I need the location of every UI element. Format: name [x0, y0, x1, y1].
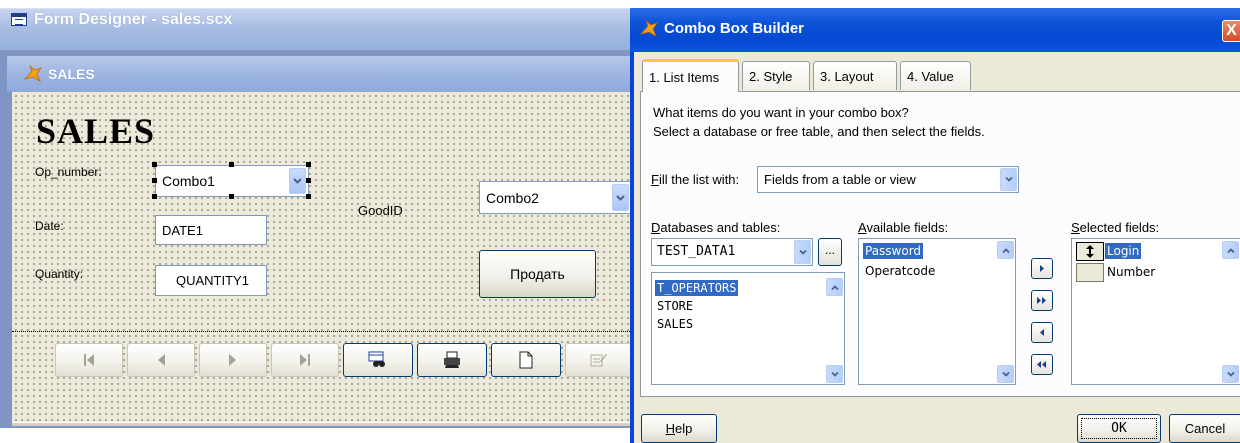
fill-list-value: Fields from a table or view: [764, 172, 916, 187]
selection-handle[interactable]: [152, 178, 157, 183]
add-all-icon: [1037, 297, 1046, 304]
list-item-store[interactable]: STORE: [655, 298, 695, 314]
last-record-button[interactable]: [271, 343, 339, 377]
selection-handle[interactable]: [152, 194, 157, 199]
new-record-button[interactable]: [491, 343, 561, 377]
scroll-up-icon[interactable]: [1222, 241, 1239, 259]
move-handle[interactable]: [1076, 263, 1104, 282]
databases-label: Databases and tables:: [651, 220, 781, 235]
tab-layout[interactable]: 3. Layout: [813, 61, 897, 90]
tab-value[interactable]: 4. Value: [900, 61, 971, 90]
next-record-icon: [229, 354, 236, 366]
fox-icon: [639, 20, 658, 37]
available-fields-list[interactable]: Password Operatcode: [858, 238, 1016, 385]
instructions-line-1: What items do you want in your combo box…: [653, 105, 909, 120]
remove-icon: [1040, 329, 1044, 336]
scroll-down-icon[interactable]: [997, 365, 1014, 383]
fox-icon: [23, 65, 42, 82]
selected-fields-label: Selected fields:: [1071, 220, 1160, 235]
find-button[interactable]: [343, 343, 413, 377]
scroll-down-icon[interactable]: [826, 365, 843, 383]
print-icon: [444, 351, 460, 368]
combo1-value: Combo1: [162, 173, 215, 189]
combo2-value: Combo2: [486, 189, 539, 206]
close-icon[interactable]: X: [1222, 20, 1240, 42]
scroll-up-icon[interactable]: [997, 241, 1014, 259]
remove-field-button[interactable]: [1031, 322, 1053, 343]
previous-record-icon: [158, 354, 165, 366]
list-item-login[interactable]: Login: [1105, 243, 1142, 259]
sales-form-title: SALES: [48, 66, 95, 82]
scroll-up-icon[interactable]: [826, 278, 843, 296]
instructions-line-2: Select a database or free table, and the…: [653, 124, 985, 139]
date-label[interactable]: Date:: [35, 219, 64, 233]
chevron-down-icon[interactable]: [1000, 168, 1017, 191]
selection-handle[interactable]: [306, 162, 311, 167]
selection-handle[interactable]: [152, 162, 157, 167]
combo1-dropdown[interactable]: Combo1: [155, 165, 309, 197]
chevron-down-icon[interactable]: [612, 184, 629, 211]
list-item-password[interactable]: Password: [863, 243, 924, 259]
edit-button[interactable]: [565, 343, 632, 377]
sell-button[interactable]: Продать: [479, 250, 596, 298]
first-record-icon: [84, 354, 94, 366]
first-record-button[interactable]: [55, 343, 123, 377]
remove-all-fields-button[interactable]: [1031, 354, 1053, 375]
print-button[interactable]: [417, 343, 487, 377]
browse-button[interactable]: ...: [818, 238, 842, 266]
move-handle[interactable]: [1076, 242, 1104, 261]
quantity-label[interactable]: Quantity:: [35, 267, 83, 281]
form-designer-title: Form Designer - sales.scx: [34, 11, 233, 28]
fill-list-label: Fill the list with:: [651, 172, 740, 187]
scroll-down-icon[interactable]: [1222, 365, 1239, 383]
combo-box-builder-title: Combo Box Builder: [664, 20, 805, 37]
chevron-down-icon[interactable]: [794, 240, 811, 264]
list-item-number[interactable]: Number: [1105, 264, 1157, 280]
op-number-label[interactable]: Op_number:: [35, 165, 102, 179]
list-item-t-operators[interactable]: T_OPERATORS: [655, 280, 739, 296]
combo2-dropdown[interactable]: Combo2: [479, 181, 632, 214]
new-record-icon: [519, 351, 533, 369]
fill-list-dropdown[interactable]: Fields from a table or view: [757, 166, 1019, 193]
database-dropdown[interactable]: TEST_DATA1: [651, 238, 813, 266]
tab-style[interactable]: 2. Style: [742, 61, 810, 90]
previous-record-button[interactable]: [127, 343, 195, 377]
add-all-fields-button[interactable]: [1031, 290, 1053, 311]
sales-heading-label[interactable]: SALES: [36, 110, 155, 152]
up-down-arrow-icon: [1086, 245, 1094, 258]
quantity-field[interactable]: QUANTITY1: [155, 265, 267, 296]
edit-icon: [590, 354, 607, 367]
list-item-operatcode[interactable]: Operatcode: [863, 263, 937, 279]
cancel-button[interactable]: Cancel: [1169, 414, 1240, 443]
form-bottom-edge: [12, 422, 632, 426]
remove-all-icon: [1037, 361, 1046, 368]
next-record-button[interactable]: [199, 343, 267, 377]
selection-handle[interactable]: [306, 178, 311, 183]
tab-list-items[interactable]: 1. List Items: [642, 59, 739, 92]
find-icon: [368, 351, 385, 367]
tables-list[interactable]: T_OPERATORS STORE SALES: [651, 272, 845, 385]
help-button[interactable]: Help: [641, 414, 717, 443]
last-record-icon: [300, 354, 310, 366]
database-value: TEST_DATA1: [657, 244, 736, 259]
selection-handle[interactable]: [306, 194, 311, 199]
selection-handle[interactable]: [229, 162, 234, 167]
ok-button[interactable]: OK: [1077, 414, 1161, 443]
date-field[interactable]: DATE1: [155, 215, 267, 245]
selected-fields-list[interactable]: Login Number: [1071, 238, 1240, 385]
selection-handle[interactable]: [229, 194, 234, 199]
form-designer-icon: [11, 13, 27, 26]
sales-form-titlebar[interactable]: [7, 56, 632, 92]
add-field-button[interactable]: [1031, 258, 1053, 279]
add-icon: [1040, 265, 1044, 272]
available-fields-label: Available fields:: [858, 220, 949, 235]
goodid-label[interactable]: GoodID: [358, 203, 403, 218]
list-item-sales[interactable]: SALES: [655, 316, 695, 332]
form-separator: [12, 331, 632, 332]
chevron-down-icon[interactable]: [289, 168, 306, 194]
